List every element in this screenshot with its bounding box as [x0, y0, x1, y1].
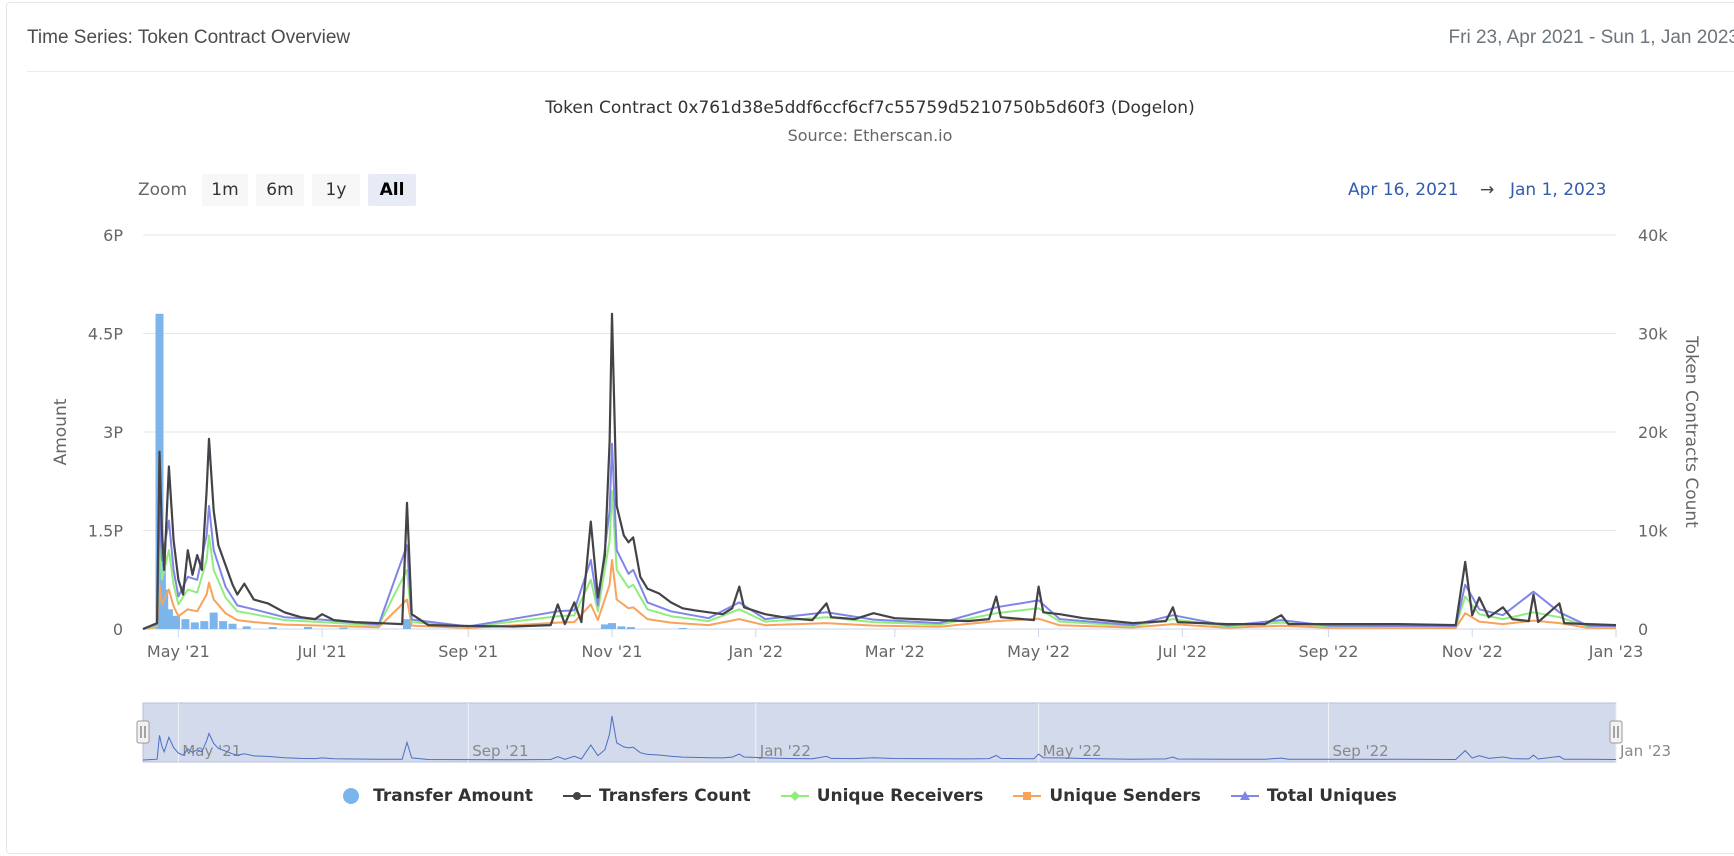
navigator-tick-label: Jan '23	[1619, 742, 1671, 760]
y-left-tick-label: 1.5P	[88, 522, 123, 541]
navigator-right-handle[interactable]	[1609, 720, 1623, 744]
series-line-unique-senders	[142, 559, 1617, 630]
legend-line-diamond-icon	[780, 791, 809, 801]
column-bar	[303, 627, 312, 629]
y-left-axis-title: Amount	[51, 398, 71, 465]
navigator-tick-label: Jan '22	[759, 742, 811, 760]
legend-line-circle-icon	[563, 792, 592, 800]
handle-grip	[1609, 720, 1623, 744]
legend-unique-senders[interactable]: Unique Senders	[1013, 786, 1201, 806]
column-bar	[164, 609, 173, 629]
column-bar	[268, 627, 277, 629]
x-tick-label: Jan '22	[728, 642, 784, 661]
x-tick-label: Sep '21	[438, 642, 498, 661]
column-bar	[600, 624, 609, 629]
column-bar	[617, 626, 626, 629]
legend-line-square-icon	[1013, 792, 1042, 800]
y-left-tick-label: 6P	[103, 226, 123, 245]
legend: Transfer Amount Transfers Count Unique R…	[0, 786, 1734, 806]
y-right-tick-label: 0	[1638, 620, 1648, 639]
x-tick-label: Mar '22	[865, 642, 925, 661]
column-bar	[339, 627, 348, 629]
legend-label: Total Uniques	[1266, 786, 1397, 806]
x-tick-label: May '21	[147, 642, 210, 661]
column-bar	[678, 628, 687, 630]
column-bar	[626, 627, 635, 629]
column-bar	[171, 615, 180, 629]
x-tick-label: Nov '22	[1442, 642, 1503, 661]
column-bar	[219, 621, 228, 629]
navigator-tick-label: Sep '21	[472, 742, 528, 760]
chart-canvas: 0 1.5P 3P 4.5P 6P 0 10k 20k 30k 40k Amount Token Co…	[51, 226, 1701, 763]
x-tick-label: Jan '23	[1588, 642, 1644, 661]
legend-label: Transfer Amount	[373, 786, 534, 806]
legend-line-triangle-icon	[1230, 791, 1259, 800]
series-line-total-uniques	[142, 442, 1617, 630]
column-bar	[402, 619, 411, 629]
series-line-unique-receivers	[142, 490, 1617, 630]
series-transfer-amount	[155, 313, 687, 630]
column-bar	[209, 612, 218, 629]
column-bar	[181, 619, 190, 629]
handle-grip	[136, 720, 150, 744]
legend-total-uniques[interactable]: Total Uniques	[1230, 786, 1397, 806]
y-left-tick-label: 3P	[103, 423, 123, 442]
legend-transfers-count[interactable]: Transfers Count	[563, 786, 751, 806]
y-right-tick-label: 30k	[1638, 325, 1668, 344]
navigator-selection	[142, 702, 1617, 763]
legend-label: Unique Senders	[1049, 786, 1201, 806]
y-right-axis-title: Token Contracts Count	[1681, 335, 1701, 528]
column-bar	[228, 623, 237, 629]
navigator-tick-label: Sep '22	[1332, 742, 1388, 760]
legend-label: Unique Receivers	[816, 786, 984, 806]
navigator: May '21 Sep '21 Jan '22 May '22 Sep '22 Jan '…	[136, 702, 1671, 763]
column-bar	[242, 626, 251, 629]
x-tick-label: Sep '22	[1298, 642, 1358, 661]
legend-transfer-amount[interactable]: Transfer Amount	[337, 786, 533, 806]
x-tick-label: May '22	[1007, 642, 1070, 661]
y-right-tick-label: 40k	[1638, 226, 1668, 245]
y-left-tick-label: 4.5P	[88, 325, 123, 344]
legend-unique-receivers[interactable]: Unique Receivers	[780, 786, 984, 806]
x-tick-label: Jul '22	[1157, 642, 1207, 661]
column-bar	[200, 621, 209, 629]
navigator-left-handle[interactable]	[136, 720, 150, 744]
series-line-transfers-count	[142, 312, 1617, 631]
x-tick-label: Jul '21	[297, 642, 347, 661]
column-bar	[190, 622, 199, 629]
x-tick-label: Nov '21	[581, 642, 642, 661]
y-left-tick-label: 0	[113, 620, 123, 639]
y-right-tick-label: 20k	[1638, 423, 1668, 442]
y-right-tick-label: 10k	[1638, 522, 1668, 541]
legend-circle-icon	[343, 788, 360, 804]
legend-label: Transfers Count	[599, 786, 751, 806]
column-bar	[608, 623, 617, 629]
